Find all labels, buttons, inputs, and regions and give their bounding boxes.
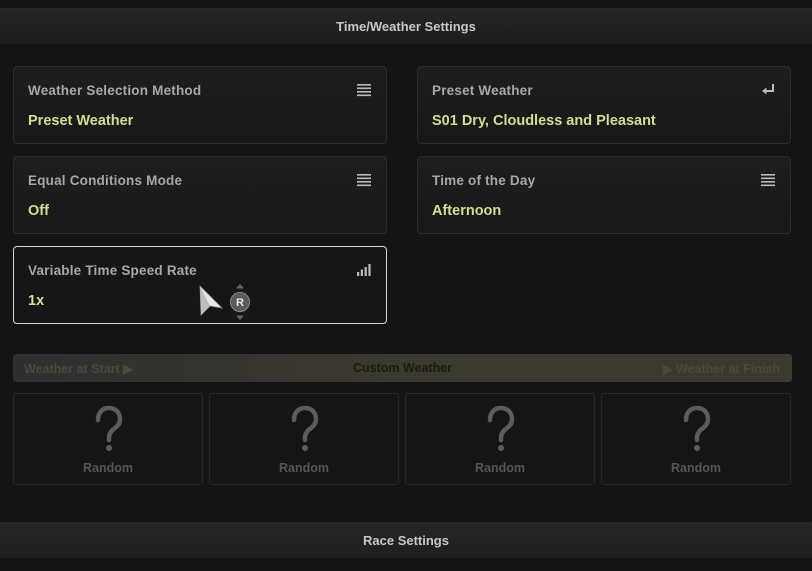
weather-slot[interactable]: Random (13, 393, 203, 485)
race-settings-label: Race Settings (363, 532, 449, 548)
signal-bars-icon (357, 264, 371, 276)
weather-slot-label: Random (475, 461, 525, 475)
pointer-cursor-icon (199, 284, 224, 316)
r-stick-label: R (236, 297, 244, 309)
list-icon (357, 174, 371, 187)
question-mark-icon (95, 406, 123, 451)
page-header: Time/Weather Settings (0, 8, 812, 44)
question-mark-icon (291, 406, 319, 451)
weather-slot[interactable]: Random (209, 393, 399, 485)
setting-value: Preset Weather (28, 113, 134, 129)
weather-slot[interactable]: Random (405, 393, 595, 485)
r-stick-icon: R (230, 284, 250, 320)
setting-value: Afternoon (432, 203, 502, 219)
equal-conditions-mode-setting[interactable]: Equal Conditions Mode Off (13, 156, 387, 234)
question-mark-icon (683, 406, 711, 451)
weather-slot[interactable]: Random (601, 393, 791, 485)
setting-value: Off (28, 203, 49, 219)
setting-value: 1x (28, 293, 45, 309)
weather-slot-label: Random (279, 461, 329, 475)
preset-weather-setting[interactable]: Preset Weather S01 Dry, Cloudless and Pl… (417, 66, 791, 144)
enter-icon (762, 84, 774, 95)
setting-label: Equal Conditions Mode (28, 173, 183, 188)
setting-label: Weather Selection Method (28, 83, 202, 98)
weather-at-finish-label: ▶ Weather at Finish (662, 362, 780, 376)
page-title: Time/Weather Settings (336, 18, 476, 34)
list-icon (357, 84, 371, 97)
setting-label: Variable Time Speed Rate (28, 263, 197, 278)
weather-slot-label: Random (83, 461, 133, 475)
list-icon (761, 174, 775, 187)
setting-label: Time of the Day (432, 173, 536, 188)
race-settings-button[interactable]: Race Settings (0, 522, 812, 558)
setting-value: S01 Dry, Cloudless and Pleasant (432, 113, 656, 129)
weather-selection-method-setting[interactable]: Weather Selection Method Preset Weather (13, 66, 387, 144)
question-mark-icon (487, 406, 515, 451)
custom-weather-bar: Weather at Start ▶ Custom Weather ▶ Weat… (13, 354, 792, 382)
setting-label: Preset Weather (432, 83, 533, 98)
weather-slot-label: Random (671, 461, 721, 475)
time-of-day-setting[interactable]: Time of the Day Afternoon (417, 156, 791, 234)
